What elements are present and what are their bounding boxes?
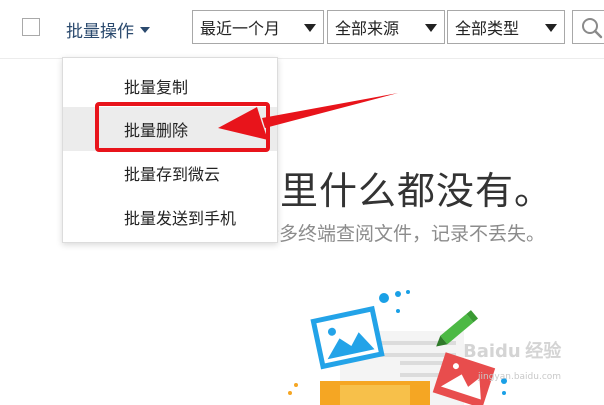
annotation-arrow [218, 93, 398, 140]
